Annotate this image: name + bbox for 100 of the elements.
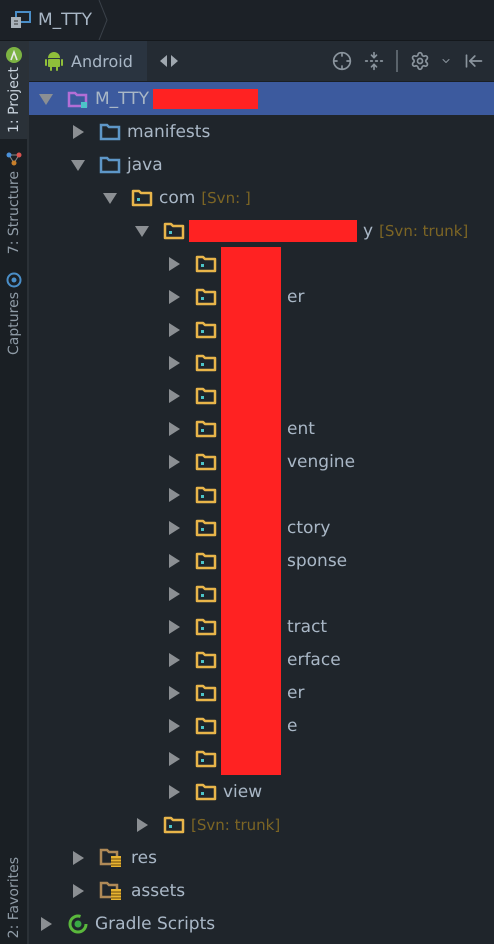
collapsed-arrow-icon[interactable] (167, 784, 181, 798)
collapsed-arrow-icon[interactable] (167, 290, 181, 304)
package-folder-icon (195, 286, 217, 306)
collapsed-arrow-icon[interactable] (167, 652, 181, 666)
collapsed-arrow-icon[interactable] (167, 620, 181, 634)
tree-label: view (223, 782, 262, 802)
collapsed-arrow-icon[interactable] (167, 520, 181, 534)
tree-row[interactable]: assets (29, 874, 494, 907)
collapsed-arrow-icon[interactable] (71, 884, 85, 898)
svn-status: [Svn: ] (201, 188, 251, 206)
package-folder-icon (195, 254, 217, 274)
tree-label: er (287, 286, 304, 306)
tool-window-tab[interactable]: 1: Project (0, 41, 27, 139)
tree-label: Gradle Scripts (95, 914, 216, 934)
breadcrumb-title[interactable]: M_TTY (38, 10, 92, 30)
collapsed-arrow-icon[interactable] (167, 554, 181, 568)
collapsed-arrow-icon[interactable] (167, 686, 181, 700)
tree-label: e (287, 716, 298, 736)
collapsed-arrow-icon[interactable] (167, 422, 181, 436)
camera-lens-icon (6, 272, 22, 288)
settings-icon[interactable] (410, 51, 430, 71)
folder-icon (99, 122, 121, 142)
collapsed-arrow-icon[interactable] (167, 256, 181, 270)
tree-row[interactable]: tract (29, 610, 494, 643)
collapsed-arrow-icon[interactable] (167, 586, 181, 600)
tree-row[interactable]: erface (29, 643, 494, 676)
tree-label: manifests (127, 122, 210, 142)
tool-window-tab[interactable]: Captures (0, 266, 27, 362)
collapsed-arrow-icon[interactable] (71, 124, 85, 138)
locate-icon[interactable] (332, 51, 352, 71)
collapsed-arrow-icon[interactable] (167, 718, 181, 732)
tree-label: tract (287, 616, 328, 636)
tree-row[interactable]: ctory (29, 511, 494, 544)
tree-row[interactable]: er (29, 280, 494, 313)
breadcrumb-separator-icon (98, 0, 108, 40)
package-folder-icon (195, 484, 217, 504)
tree-label: M_TTY (95, 88, 150, 108)
folder-icon (99, 154, 121, 174)
collapsed-arrow-icon[interactable] (71, 850, 85, 864)
tree-label: com (159, 188, 196, 208)
tree-row[interactable]: res (29, 841, 494, 874)
collapsed-arrow-icon[interactable] (135, 818, 149, 832)
structure-icon (6, 150, 22, 167)
package-folder-icon (131, 188, 153, 208)
package-folder-icon (163, 220, 185, 240)
expanded-arrow-icon[interactable] (135, 224, 149, 238)
tree-label: ctory (287, 518, 330, 538)
expanded-arrow-icon[interactable] (103, 190, 117, 204)
project-icon (10, 11, 32, 29)
package-folder-icon (195, 418, 217, 438)
package-folder-icon (195, 748, 217, 768)
svn-status: [Svn: trunk] (191, 816, 280, 834)
package-folder-icon (195, 452, 217, 472)
collapsed-arrow-icon[interactable] (167, 388, 181, 402)
tree-label: ent (287, 418, 315, 438)
svn-status: [Svn: trunk] (379, 222, 468, 240)
tree-row[interactable]: vengine (29, 445, 494, 478)
collapsed-arrow-icon[interactable] (167, 454, 181, 468)
tool-window-tab[interactable]: 7: Structure (0, 144, 27, 260)
tree-label: er (287, 682, 304, 702)
expanded-arrow-icon[interactable] (71, 158, 85, 172)
android-studio-icon (6, 47, 22, 63)
package-folder-icon (195, 782, 217, 802)
tree-row[interactable]: Gradle Scripts (29, 907, 494, 940)
tree-row[interactable]: view (29, 775, 494, 808)
tree-label: assets (131, 880, 186, 900)
tree-row[interactable]: sponse (29, 544, 494, 577)
package-folder-icon (195, 682, 217, 702)
package-folder-icon (195, 518, 217, 538)
package-folder-icon (195, 550, 217, 570)
collapse-all-icon[interactable] (364, 51, 384, 71)
tree-label: y (363, 220, 374, 240)
collapsed-arrow-icon[interactable] (167, 752, 181, 766)
collapsed-arrow-icon[interactable] (167, 322, 181, 336)
tree-row[interactable]: er (29, 676, 494, 709)
package-folder-icon (195, 386, 217, 406)
collapsed-arrow-icon[interactable] (167, 356, 181, 370)
tree-row[interactable]: y [Svn: trunk] (29, 214, 494, 247)
switch-arrows-icon[interactable] (158, 54, 179, 68)
tree-row[interactable]: e (29, 709, 494, 742)
tree-label: java (127, 154, 163, 174)
tree-label: sponse (287, 550, 348, 570)
tree-row[interactable]: manifests (29, 115, 494, 148)
android-icon (45, 51, 63, 71)
view-selector[interactable]: Android (29, 41, 147, 81)
package-folder-icon (195, 650, 217, 670)
package-folder-icon (195, 616, 217, 636)
package-folder-icon (163, 814, 185, 834)
tool-window-tab[interactable]: 2: Favorites (0, 850, 27, 944)
package-folder-icon (195, 716, 217, 736)
tree-row[interactable]: com [Svn: ] (29, 181, 494, 214)
package-folder-icon (195, 352, 217, 372)
package-folder-icon (195, 320, 217, 340)
collapsed-arrow-icon[interactable] (39, 916, 53, 930)
gradle-icon (67, 912, 89, 934)
tree-label: erface (287, 650, 341, 670)
collapsed-arrow-icon[interactable] (167, 488, 181, 502)
tree-row[interactable]: ent (29, 412, 494, 445)
tree-row[interactable]: java (29, 148, 494, 181)
tree-label: res (131, 848, 157, 868)
